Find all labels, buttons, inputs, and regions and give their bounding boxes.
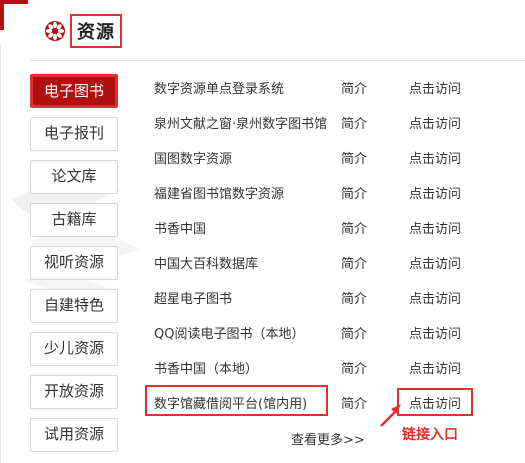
list-item: 超星电子图书 简介 点击访问 (154, 288, 514, 323)
intro-link[interactable]: 简介 (341, 358, 367, 377)
tab-featured[interactable]: 自建特色 (30, 289, 118, 323)
resource-link[interactable]: 数字资源单点登录系统 (154, 78, 284, 97)
visit-link[interactable]: 点击访问 (409, 113, 461, 132)
list-item: 福建省图书馆数字资源 简介 点击访问 (154, 183, 514, 218)
visit-link[interactable]: 点击访问 (409, 253, 461, 272)
intro-link[interactable]: 简介 (341, 113, 367, 132)
intro-link[interactable]: 简介 (341, 393, 367, 412)
list-item: 泉州文献之窗·泉州数字图书馆 简介 点击访问 (154, 113, 514, 148)
left-divider (0, 45, 1, 463)
header-divider (30, 60, 525, 61)
visit-link[interactable]: 点击访问 (409, 323, 461, 342)
visit-link[interactable]: 点击访问 (409, 78, 461, 97)
resource-link[interactable]: 书香中国（本地） (154, 358, 258, 377)
intro-link[interactable]: 简介 (341, 323, 367, 342)
view-more-link[interactable]: 查看更多>> (291, 429, 365, 448)
flower-logo-icon (45, 21, 65, 41)
resource-link[interactable]: 中国大百科数据库 (154, 253, 258, 272)
resource-link[interactable]: 书香中国 (154, 218, 206, 237)
intro-link[interactable]: 简介 (341, 218, 367, 237)
panel-title: 资源 (77, 22, 115, 43)
resources-panel: 资源 电子图书 电子报刊 论文库 古籍库 视听资源 自建特色 少儿资源 开放资源… (0, 0, 525, 463)
panel-header: 资源 (44, 14, 122, 48)
highlight-box-resource (145, 385, 328, 416)
highlight-box-visit (397, 388, 473, 416)
resource-link[interactable]: 国图数字资源 (154, 148, 232, 167)
title-highlight-box: 资源 (70, 14, 122, 48)
list-item: QQ阅读电子图书（本地） 简介 点击访问 (154, 323, 514, 358)
list-item: 中国大百科数据库 简介 点击访问 (154, 253, 514, 288)
visit-link[interactable]: 点击访问 (409, 358, 461, 377)
tab-audiovisual[interactable]: 视听资源 (30, 246, 118, 280)
intro-link[interactable]: 简介 (341, 253, 367, 272)
visit-link[interactable]: 点击访问 (409, 183, 461, 202)
intro-link[interactable]: 简介 (341, 148, 367, 167)
intro-link[interactable]: 简介 (341, 183, 367, 202)
tab-children[interactable]: 少儿资源 (30, 332, 118, 366)
list-item: 数字资源单点登录系统 简介 点击访问 (154, 78, 514, 113)
visit-link[interactable]: 点击访问 (409, 288, 461, 307)
list-item: 书香中国 简介 点击访问 (154, 218, 514, 253)
corner-accent-left (0, 0, 4, 30)
tab-trial[interactable]: 试用资源 (30, 418, 118, 452)
visit-link[interactable]: 点击访问 (409, 148, 461, 167)
red-arrow-icon (380, 404, 401, 427)
link-entry-annotation: 链接入口 (402, 427, 458, 443)
visit-link[interactable]: 点击访问 (409, 218, 461, 237)
tab-periodicals[interactable]: 电子报刊 (30, 117, 118, 151)
resource-link[interactable]: 泉州文献之窗·泉州数字图书馆 (154, 113, 327, 132)
list-item: 国图数字资源 简介 点击访问 (154, 148, 514, 183)
category-tabs: 电子图书 电子报刊 论文库 古籍库 视听资源 自建特色 少儿资源 开放资源 试用… (30, 74, 118, 461)
intro-link[interactable]: 简介 (341, 288, 367, 307)
resource-list: 数字资源单点登录系统 简介 点击访问 泉州文献之窗·泉州数字图书馆 简介 点击访… (154, 78, 514, 428)
resource-link[interactable]: 福建省图书馆数字资源 (154, 183, 284, 202)
resource-link[interactable]: QQ阅读电子图书（本地） (154, 323, 304, 342)
tab-theses[interactable]: 论文库 (30, 160, 118, 194)
tab-ebooks[interactable]: 电子图书 (30, 74, 118, 108)
corner-accent-top (0, 0, 28, 4)
intro-link[interactable]: 简介 (341, 78, 367, 97)
resource-link[interactable]: 超星电子图书 (154, 288, 232, 307)
tab-ancient-books[interactable]: 古籍库 (30, 203, 118, 237)
tab-open[interactable]: 开放资源 (30, 375, 118, 409)
